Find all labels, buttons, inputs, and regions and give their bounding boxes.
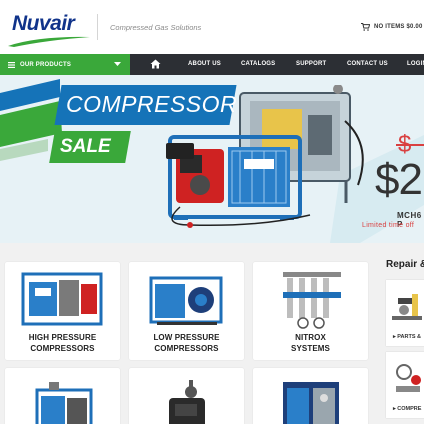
main-nav: OUR PRODUCTS ABOUT US CATALOGS SUPPORT C… [0,54,424,75]
our-products-menu[interactable]: OUR PRODUCTS [0,54,130,75]
sidebar-card-compressor[interactable]: ▸ COMPRE [386,352,424,418]
card-title-line2: COMPRESSORS [30,344,95,353]
logo-swoosh-icon [8,36,90,47]
product-card-low-pressure[interactable]: LOW PRESSURE COMPRESSORS [129,262,244,360]
low-pressure-compressor-image [149,276,223,325]
cart-summary[interactable]: NO ITEMS $0.00 [361,23,422,31]
nav-login[interactable]: LOGIN [407,54,424,75]
cart-label: NO ITEMS $0.00 [374,24,423,30]
product-card-fill-station[interactable] [253,368,368,424]
tagline: Compressed Gas Solutions [110,23,202,32]
hero-banner[interactable]: COMPRESSOR SALE $ $29 [0,75,424,243]
card-title-line2: SYSTEMS [291,344,330,353]
home-icon[interactable] [150,59,161,69]
promo-note: Limited time off [362,222,415,229]
sidebar-title: Repair & [386,259,424,270]
parts-image [392,294,422,320]
chevron-down-icon [114,62,121,66]
hero-subline: SALE [60,136,111,157]
sidebar-label-parts: ▸ PARTS & [393,334,422,340]
portable-compressor-image [35,382,93,424]
compressor-parts-image [396,364,421,392]
high-pressure-compressor-image [21,272,103,326]
product-card-nitrox[interactable]: NITROX SYSTEMS [253,262,368,360]
fill-station-image [283,382,339,424]
nitrox-system-image [283,272,341,329]
sidebar-card-parts[interactable]: ▸ PARTS & [386,280,424,346]
sidebar-label-compressor: ▸ COMPRE [393,406,422,412]
nuvair-logo[interactable]: Nuvair [8,10,90,47]
logo-text: Nuvair [12,12,75,35]
sale-price: $29 [375,155,424,204]
nav-about-us[interactable]: ABOUT US [188,54,221,75]
card-title-line2: COMPRESSORS [154,344,219,353]
site-header: Nuvair Compressed Gas Solutions NO ITEMS… [0,0,424,54]
header-divider [97,14,98,40]
strike-line [396,144,424,146]
cart-icon [361,23,370,31]
our-products-label: OUR PRODUCTS [20,61,72,68]
product-card-portable[interactable] [5,368,120,424]
controller-image [169,380,205,424]
product-card-high-pressure[interactable]: HIGH PRESSURE COMPRESSORS [5,262,120,360]
compressor-image [166,85,364,228]
product-card-controller[interactable] [129,368,244,424]
nav-catalogs[interactable]: CATALOGS [241,54,275,75]
nav-support[interactable]: SUPPORT [296,54,326,75]
nav-contact-us[interactable]: CONTACT US [347,54,388,75]
hamburger-icon [8,61,15,68]
